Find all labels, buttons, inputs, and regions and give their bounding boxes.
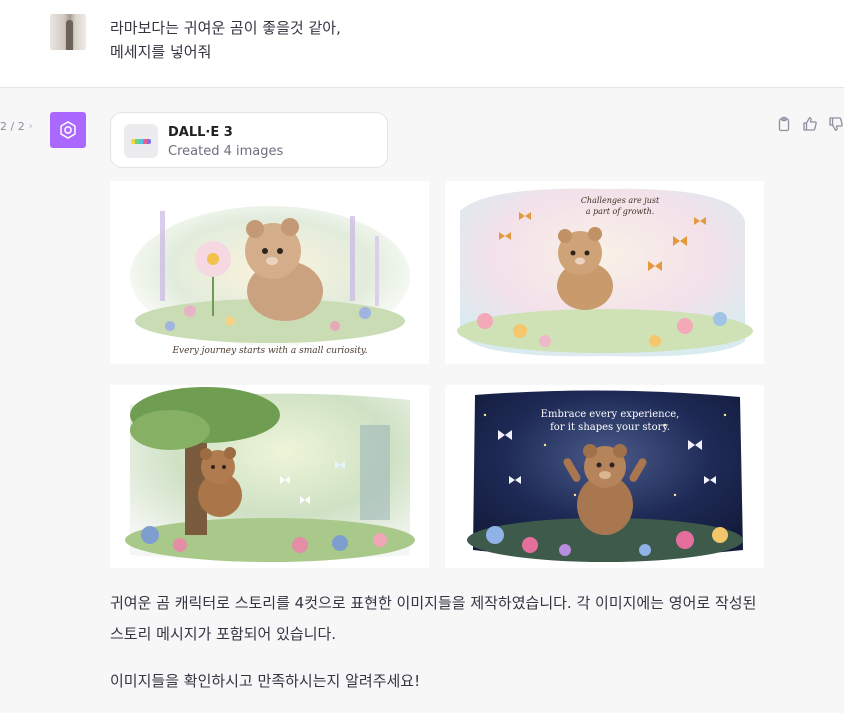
message-actions: [776, 116, 844, 132]
generated-image-2[interactable]: Challenges are just a part of growth.: [445, 181, 764, 364]
image-4-caption-line-1: Embrace every experience,: [541, 409, 680, 420]
image-2-caption-line-1: Challenges are just: [581, 196, 660, 205]
user-message-row: 라마보다는 귀여운 곰이 좋을것 같아, 메세지를 넣어줘: [0, 0, 844, 88]
assistant-avatar: [50, 112, 86, 148]
user-avatar: [50, 14, 86, 50]
message-paragraph-1: 귀여운 곰 캐릭터로 스토리를 4컷으로 표현한 이미지들을 제작하였습니다. …: [110, 594, 757, 643]
tool-name: DALL·E 3: [168, 125, 233, 140]
assistant-message-text: 귀여운 곰 캐릭터로 스토리를 4컷으로 표현한 이미지들을 제작하였습니다. …: [110, 588, 770, 713]
dalle-tool-card[interactable]: DALL·E 3 Created 4 images: [110, 112, 388, 168]
generated-image-1[interactable]: Every journey starts with a small curios…: [110, 181, 429, 364]
dalle-icon: [124, 124, 158, 158]
generated-image-4[interactable]: Embrace every experience, for it shapes …: [445, 385, 764, 568]
chevron-right-icon[interactable]: ›: [29, 121, 33, 132]
image-4-caption-line-2: for it shapes your story.: [550, 422, 670, 433]
user-message-line-1: 라마보다는 귀여운 곰이 좋을것 같아,: [110, 19, 341, 37]
pager-count: 2 / 2: [0, 120, 25, 133]
openai-logo-icon: [60, 121, 76, 139]
avatar-figure: [66, 20, 73, 50]
tool-status: Created 4 images: [168, 144, 284, 159]
message-paragraph-2: 이미지들을 확인하시고 만족하시는지 알려주세요!: [110, 672, 421, 690]
assistant-message-row: 2 / 2 › DALL·E 3 Created 4 images Every …: [0, 88, 844, 700]
generated-image-3[interactable]: [110, 385, 429, 568]
user-message-line-2: 메세지를 넣어줘: [110, 43, 212, 61]
image-2-caption-line-2: a part of growth.: [586, 207, 655, 216]
thumbs-down-icon[interactable]: [828, 116, 844, 132]
image-1-caption: Every journey starts with a small curios…: [171, 346, 367, 356]
thumbs-up-icon[interactable]: [802, 116, 818, 132]
clipboard-icon[interactable]: [776, 116, 792, 132]
user-message-text: 라마보다는 귀여운 곰이 좋을것 같아, 메세지를 넣어줘: [110, 16, 341, 64]
response-pager[interactable]: 2 / 2 ›: [0, 120, 33, 133]
